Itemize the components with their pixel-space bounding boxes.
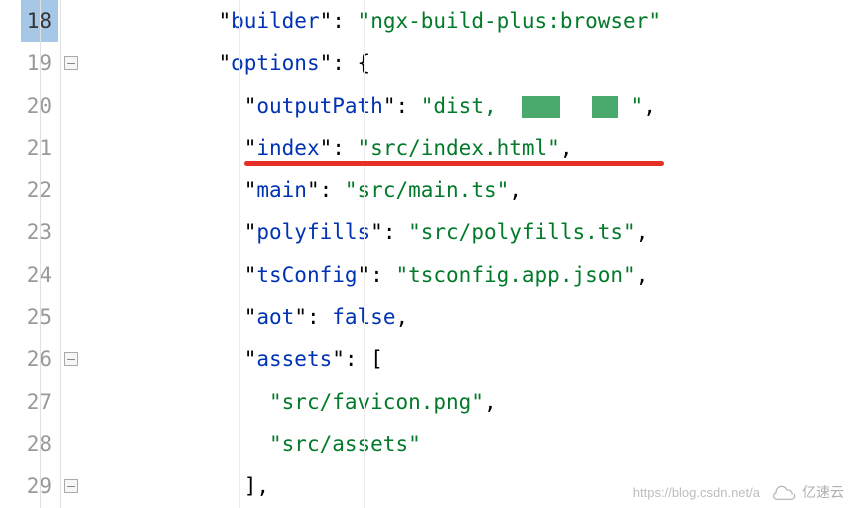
cloud-icon [772,483,798,501]
token: "src/assets" [269,432,421,456]
token: index [256,136,319,160]
brand-text: 亿速云 [802,482,844,502]
token: " [244,347,257,371]
token: " [218,9,231,33]
token: " [244,136,257,160]
token: "src/main.ts" [345,178,509,202]
line-number: 29 [0,465,52,507]
code-line[interactable]: "aot": false, [92,296,852,338]
token: "dist, [421,94,522,118]
code-line[interactable]: "options": { [92,42,852,84]
token: , [395,305,408,329]
token: ": [383,94,421,118]
token: main [256,178,307,202]
fold-toggle-icon[interactable] [64,56,78,70]
code-line[interactable]: "src/assets" [92,423,852,465]
token: , [509,178,522,202]
line-number: 27 [0,381,52,423]
line-number: 20 [0,85,52,127]
token: "src/polyfills.ts" [408,220,636,244]
token: assets [256,347,332,371]
line-number: 25 [0,296,52,338]
code-line[interactable]: "polyfills": "src/polyfills.ts", [92,211,852,253]
code-line[interactable]: "builder": "ngx-build-plus:browser" [92,0,852,42]
code-line[interactable]: "src/favicon.png", [92,381,852,423]
redacted-block [522,96,560,118]
token: " [244,305,257,329]
code-line[interactable]: "outputPath": "dist, ", [92,85,852,127]
token: options [231,51,320,75]
line-number: 26 [0,338,52,380]
red-underline-annotation [244,161,664,166]
token: ": [ [332,347,383,371]
code-editor[interactable]: 181920212223242526272829 "builder": "ngx… [0,0,852,508]
fold-toggle-icon[interactable] [64,479,78,493]
token: builder [231,9,320,33]
code-line[interactable]: "main": "src/main.ts", [92,169,852,211]
token: " [218,51,231,75]
watermark: https://blog.csdn.net/a 亿速云 [633,482,844,502]
code-line[interactable]: "tsConfig": "tsconfig.app.json", [92,254,852,296]
watermark-url: https://blog.csdn.net/a [633,485,760,500]
token: "src/index.html" [358,136,560,160]
token: " [244,178,257,202]
token: ": [307,178,345,202]
line-number: 23 [0,211,52,253]
token: , [636,263,649,287]
line-number: 18 [0,0,52,42]
fold-toggle-icon[interactable] [64,352,78,366]
code-area[interactable]: "builder": "ngx-build-plus:browser" "opt… [84,0,852,508]
code-line[interactable]: "assets": [ [92,338,852,380]
token: , [484,390,497,414]
token: tsConfig [256,263,357,287]
token: polyfills [256,220,370,244]
token: ": { [320,51,371,75]
line-number: 22 [0,169,52,211]
line-number: 24 [0,254,52,296]
line-number: 19 [0,42,52,84]
token: , [636,220,649,244]
token: " [244,263,257,287]
token: ": [294,305,332,329]
token: ": [320,9,358,33]
token: aot [256,305,294,329]
token: "ngx-build-plus:browser" [358,9,661,33]
fold-strip [60,0,84,508]
token: "src/favicon.png" [269,390,484,414]
token: ": [370,220,408,244]
token: , [560,136,573,160]
token: ], [244,474,269,498]
token: "tsconfig.app.json" [395,263,635,287]
token: , [643,94,656,118]
token: ": [320,136,358,160]
token: " [244,220,257,244]
brand-logo: 亿速云 [772,482,844,502]
token: " [618,94,643,118]
line-number: 28 [0,423,52,465]
token: " [244,94,257,118]
line-number: 21 [0,127,52,169]
line-number-gutter: 181920212223242526272829 [0,0,60,508]
redacted-block [592,96,618,118]
